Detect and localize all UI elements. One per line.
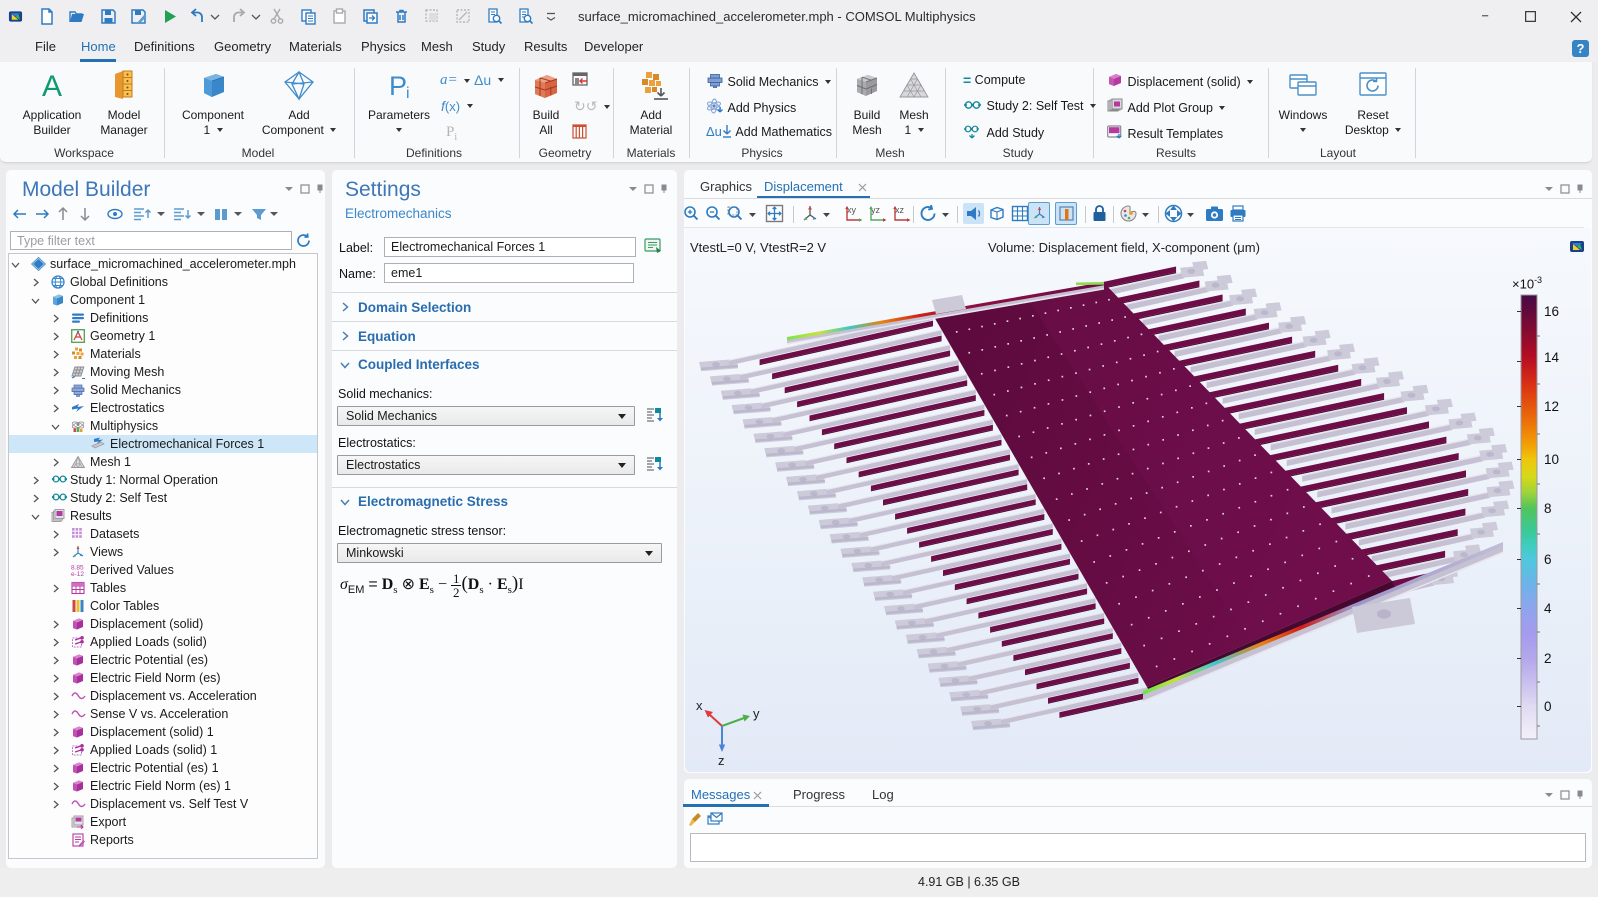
svg-text:yz: yz: [871, 205, 881, 215]
svg-text:z: z: [718, 753, 725, 768]
svg-text:xy: xy: [847, 205, 857, 215]
svg-text:P: P: [389, 71, 407, 101]
svg-text:i: i: [406, 85, 410, 102]
svg-text:x: x: [696, 698, 703, 713]
svg-text:e-12: e-12: [71, 571, 84, 577]
svg-text:y: y: [753, 706, 760, 721]
svg-text:xz: xz: [895, 205, 905, 215]
svg-text:A: A: [42, 70, 62, 102]
